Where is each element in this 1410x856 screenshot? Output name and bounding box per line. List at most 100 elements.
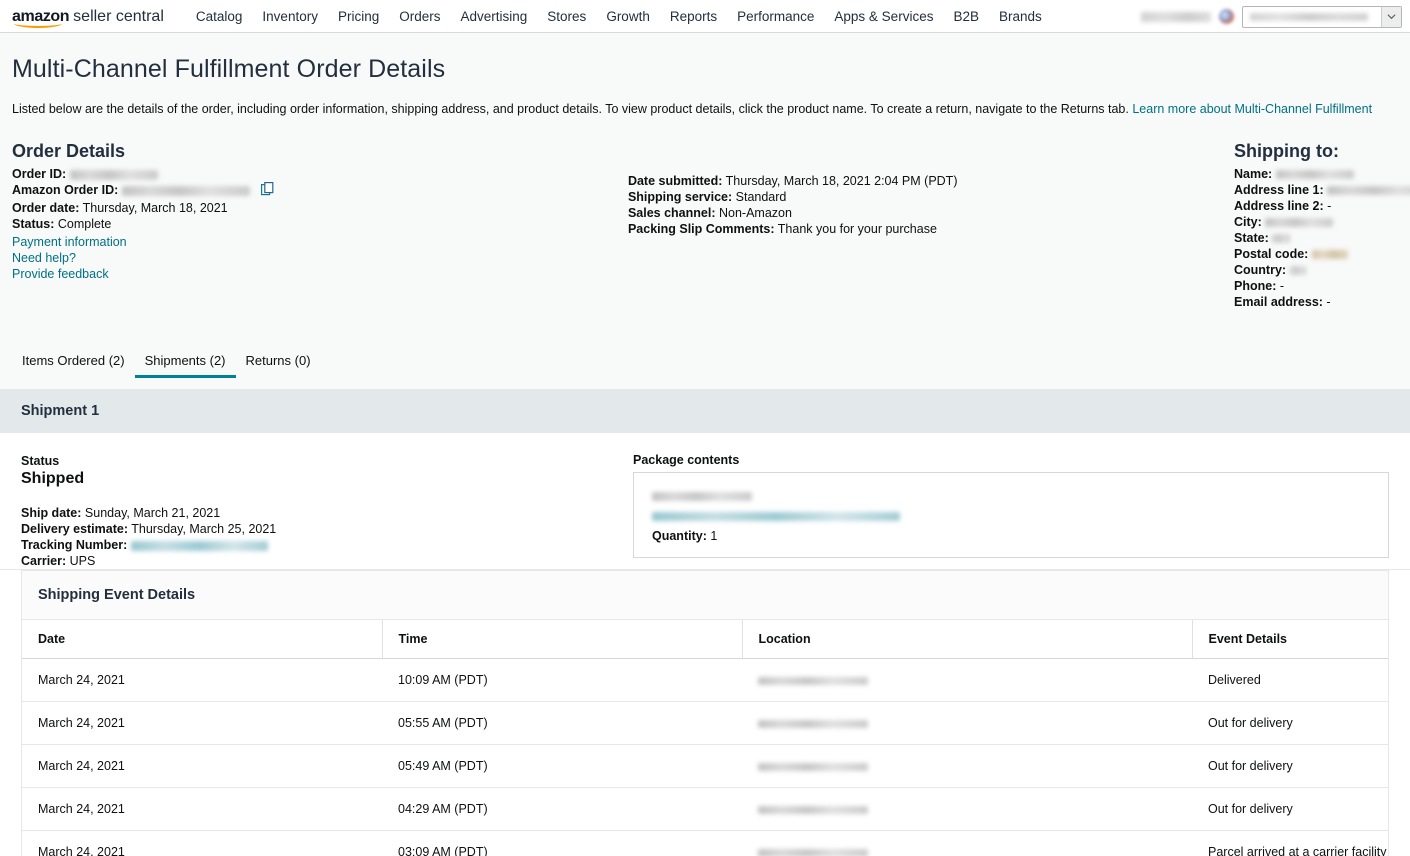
shipment-status-value: Shipped xyxy=(21,470,85,488)
nav-item-brands[interactable]: Brands xyxy=(989,3,1052,30)
nav-item-b2b[interactable]: B2B xyxy=(943,3,989,30)
order-date-row: Order date: Thursday, March 18, 2021 xyxy=(12,201,228,216)
order-id-value-redacted xyxy=(69,169,158,180)
ship-address2-row: Address line 2: - xyxy=(1234,199,1332,214)
nav-item-orders[interactable]: Orders xyxy=(389,3,450,30)
column-header-event-details[interactable]: Event Details xyxy=(1191,620,1388,660)
column-header-location[interactable]: Location xyxy=(741,620,1192,660)
shipping-events-table: Date Time Location Event Details March 2… xyxy=(22,620,1388,856)
cell-event: Out for delivery xyxy=(1192,787,1388,832)
marketplace-select-value-redacted xyxy=(1250,12,1368,21)
package-quantity-label: Quantity xyxy=(652,529,703,544)
ship-email-row: Email address: - xyxy=(1234,295,1331,310)
location-value-redacted xyxy=(758,676,868,685)
table-row: March 24, 2021 05:55 AM (PDT) Out for de… xyxy=(22,701,1388,746)
order-id-row: Order ID: xyxy=(12,166,628,182)
amazon-order-id-row: Amazon Order ID: xyxy=(12,182,628,200)
cell-date: March 24, 2021 xyxy=(22,744,382,789)
marketplace-select[interactable] xyxy=(1242,5,1402,28)
nav-item-inventory[interactable]: Inventory xyxy=(252,3,328,30)
table-row: March 24, 2021 04:29 AM (PDT) Out for de… xyxy=(22,787,1388,832)
column-header-date[interactable]: Date xyxy=(22,620,382,660)
order-tabs: Items Ordered (2) Shipments (2) Returns … xyxy=(12,348,1402,379)
column-header-time[interactable]: Time xyxy=(381,620,742,660)
sales-channel-label: Sales channel xyxy=(627,206,712,221)
table-row: March 24, 2021 03:09 AM (PDT) Parcel arr… xyxy=(22,830,1388,856)
payment-information-link[interactable]: Payment information xyxy=(12,235,127,249)
cell-location xyxy=(742,787,1192,832)
order-status-label: Status xyxy=(12,217,51,232)
shipping-service-value: Standard xyxy=(735,190,787,205)
ship-address2-value: - xyxy=(1327,199,1332,214)
nav-item-performance[interactable]: Performance xyxy=(727,3,824,30)
shipping-service-label: Shipping service xyxy=(627,190,728,205)
packing-slip-comments-label: Packing Slip Comments xyxy=(627,222,771,237)
account-name-redacted[interactable] xyxy=(1141,11,1211,22)
tab-shipments[interactable]: Shipments (2) xyxy=(134,348,236,379)
package-product-line xyxy=(652,509,1370,523)
amazon-wordmark: amazon xyxy=(12,7,70,28)
ship-phone-label: Phone xyxy=(1234,279,1273,294)
ship-name-row: Name: xyxy=(1234,166,1402,182)
cell-location xyxy=(742,701,1192,746)
date-submitted-value: Thursday, March 18, 2021 2:04 PM (PDT) xyxy=(725,174,958,189)
carrier-value: UPS xyxy=(69,554,96,569)
nav-item-apps-services[interactable]: Apps & Services xyxy=(824,3,943,30)
nav-item-reports[interactable]: Reports xyxy=(660,3,727,30)
chevron-down-icon[interactable] xyxy=(1381,6,1401,27)
tab-returns[interactable]: Returns (0) xyxy=(236,348,321,378)
shipping-address-column: Shipping to: Name: Address line 1: Addre… xyxy=(1234,142,1410,310)
tab-items-ordered[interactable]: Items Ordered (2) xyxy=(12,348,135,378)
amazon-seller-central-logo[interactable]: amazon seller central xyxy=(12,7,164,28)
cell-location xyxy=(742,744,1192,789)
primary-nav-links: Catalog Inventory Pricing Orders Adverti… xyxy=(186,3,1052,30)
nav-item-advertising[interactable]: Advertising xyxy=(450,3,537,30)
cell-event: Out for delivery xyxy=(1192,701,1388,746)
page-description-text: Listed below are the details of the orde… xyxy=(12,102,1129,116)
ship-postal-value-redacted xyxy=(1311,250,1348,260)
packing-slip-comments-row: Packing Slip Comments: Thank you for you… xyxy=(627,222,937,237)
ship-email-label: Email address xyxy=(1234,295,1319,310)
chevron-down-glyph xyxy=(1387,14,1396,20)
shipping-events-tbody: March 24, 2021 10:09 AM (PDT) Delivered … xyxy=(22,658,1388,856)
copy-icon[interactable] xyxy=(261,182,274,200)
main-content-area: Multi-Channel Fulfillment Order Details … xyxy=(0,33,1410,856)
package-contents-block: Package contents Quantity: 1 xyxy=(633,453,1389,569)
cell-time: 10:09 AM (PDT) xyxy=(382,658,742,703)
learn-more-link[interactable]: Learn more about Multi-Channel Fulfillme… xyxy=(1132,102,1372,116)
package-contents-box: Quantity: 1 xyxy=(633,472,1389,559)
carrier-label: Carrier xyxy=(21,554,62,569)
cell-date: March 24, 2021 xyxy=(22,701,382,746)
date-submitted-row: Date submitted: Thursday, March 18, 2021… xyxy=(627,174,958,189)
package-quantity-value: 1 xyxy=(710,529,718,544)
shipping-events-panel: Shipping Event Details Date Time Locatio… xyxy=(21,570,1389,856)
provide-feedback-link[interactable]: Provide feedback xyxy=(12,267,109,281)
shipment-body: Status Shipped Ship date: Sunday, March … xyxy=(0,433,1410,571)
table-header-row: Date Time Location Event Details xyxy=(22,620,1388,660)
ship-date-value: Sunday, March 21, 2021 xyxy=(84,506,221,521)
order-meta-column: Date submitted: Thursday, March 18, 2021… xyxy=(628,143,1234,310)
carrier-row: Carrier: UPS xyxy=(21,554,96,569)
order-summary-section: Order Details Order ID: Amazon Order ID:… xyxy=(8,142,1410,310)
shipment-status-block: Status Shipped Ship date: Sunday, March … xyxy=(21,453,633,569)
ship-state-label: State xyxy=(1234,231,1265,246)
package-product-name-redacted[interactable] xyxy=(652,512,900,522)
tracking-number-label: Tracking Number xyxy=(21,538,124,553)
shipment-facts: Ship date: Sunday, March 21, 2021 Delive… xyxy=(21,505,633,569)
shipment-status-label: Status xyxy=(21,454,60,469)
shipment-header: Shipment 1 xyxy=(0,389,1410,434)
date-submitted-label: Date submitted xyxy=(627,174,719,189)
nav-item-catalog[interactable]: Catalog xyxy=(186,3,253,30)
tracking-number-value-redacted[interactable] xyxy=(130,540,268,551)
nav-item-pricing[interactable]: Pricing xyxy=(328,3,389,30)
cell-time: 03:09 AM (PDT) xyxy=(382,830,742,856)
order-details-column: Order Details Order ID: Amazon Order ID:… xyxy=(12,142,628,310)
ship-city-label: City xyxy=(1234,215,1258,230)
ship-country-label: Country xyxy=(1234,263,1282,278)
nav-item-growth[interactable]: Growth xyxy=(596,3,660,30)
need-help-link[interactable]: Need help? xyxy=(12,251,76,265)
ship-country-row: Country: xyxy=(1234,262,1402,278)
nav-item-stores[interactable]: Stores xyxy=(537,3,596,30)
ship-date-row: Ship date: Sunday, March 21, 2021 xyxy=(21,506,221,521)
amazon-order-id-label: Amazon Order ID xyxy=(12,183,115,198)
